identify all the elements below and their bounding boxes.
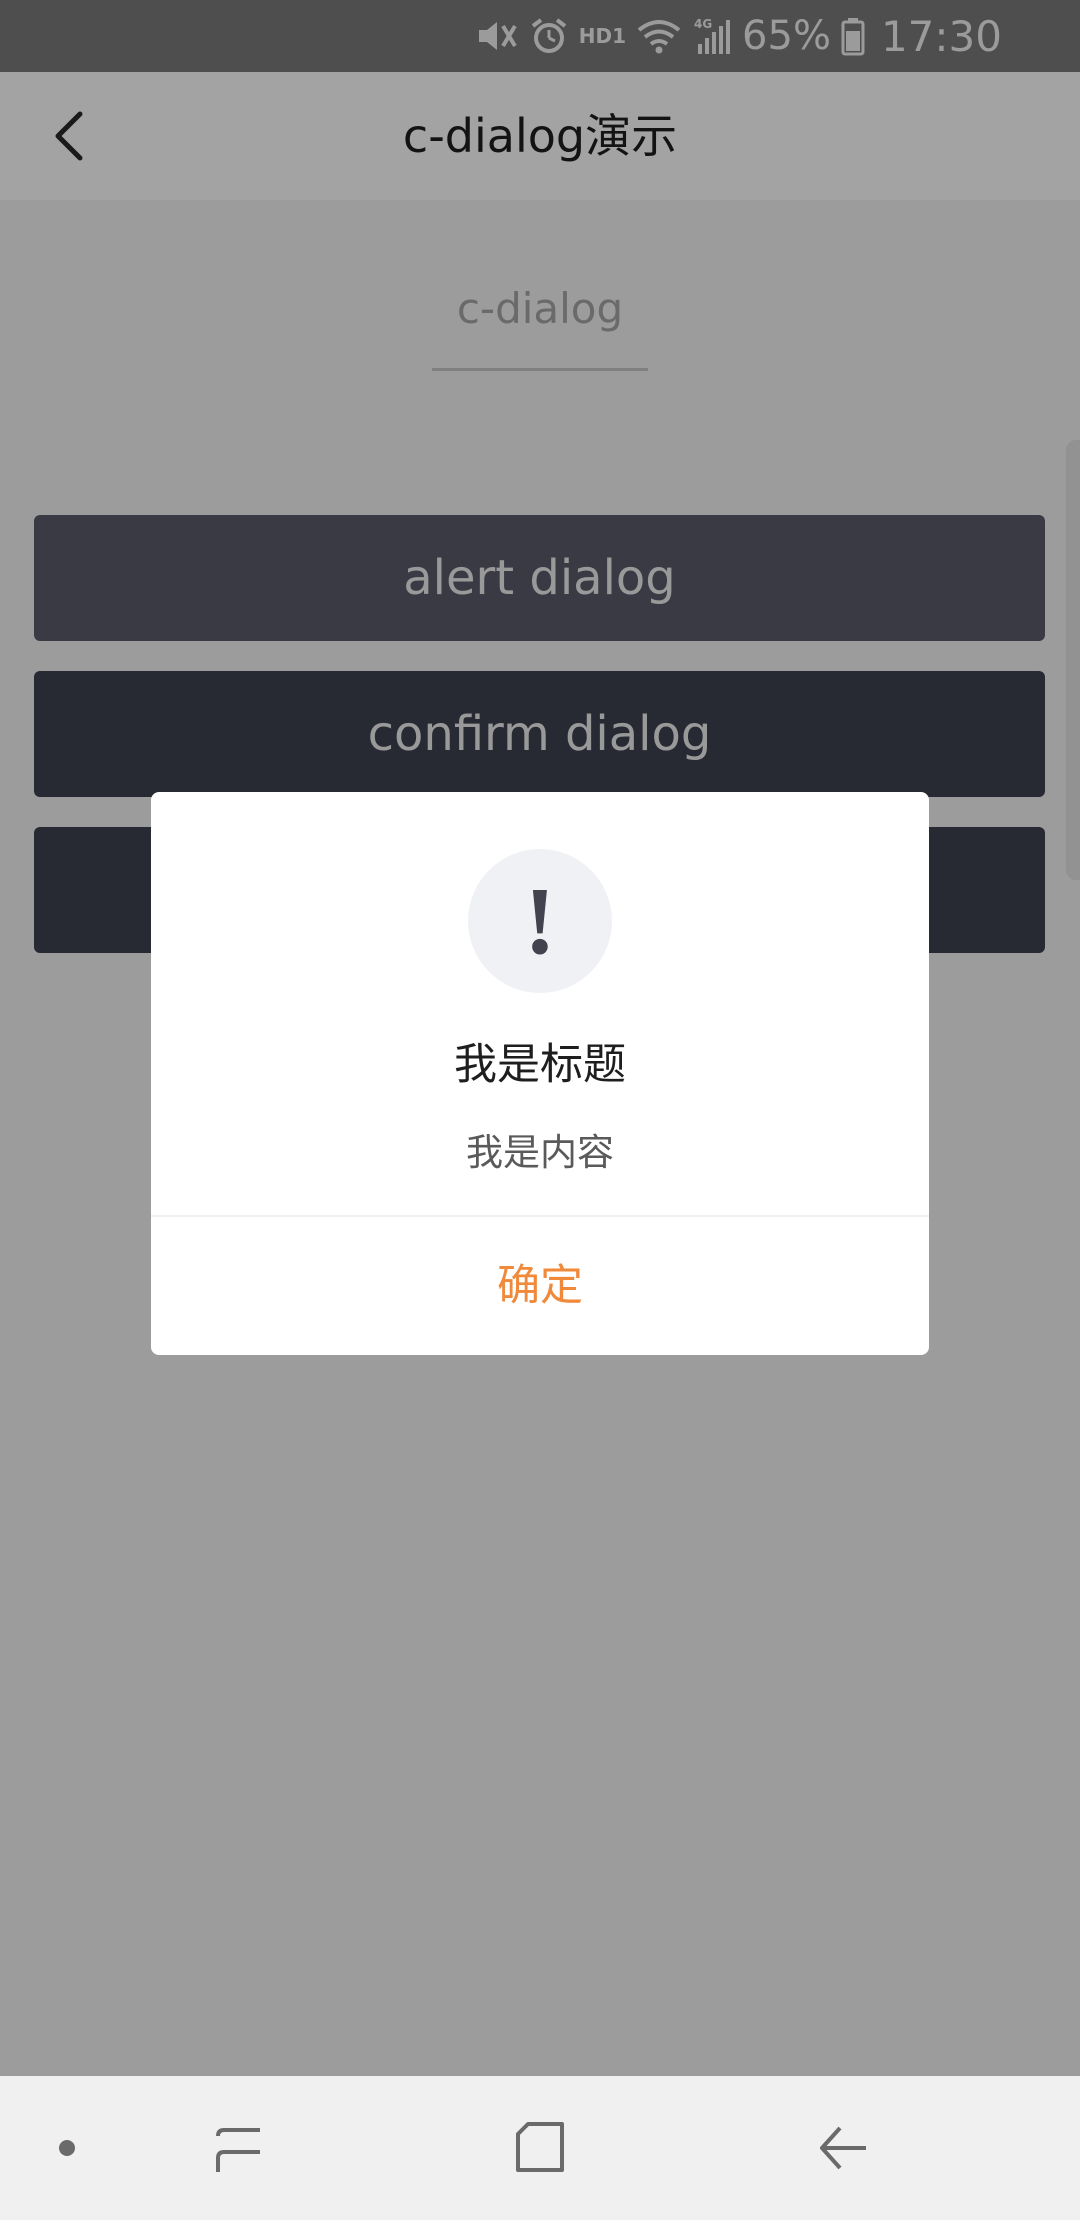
- dialog-confirm-button[interactable]: 确定: [151, 1217, 929, 1355]
- exclamation-glyph: !: [524, 867, 556, 974]
- recents-icon[interactable]: [188, 2098, 288, 2198]
- navigation-bar: [0, 2076, 1080, 2220]
- dot-icon[interactable]: [17, 2098, 117, 2198]
- dialog-content: 我是内容: [466, 1131, 614, 1174]
- alert-dialog: ! 我是标题 我是内容 确定: [151, 792, 929, 1355]
- exclamation-icon: !: [468, 849, 612, 993]
- home-icon[interactable]: [490, 2098, 590, 2198]
- back-icon[interactable]: [792, 2098, 892, 2198]
- dialog-title: 我是标题: [454, 1040, 626, 1090]
